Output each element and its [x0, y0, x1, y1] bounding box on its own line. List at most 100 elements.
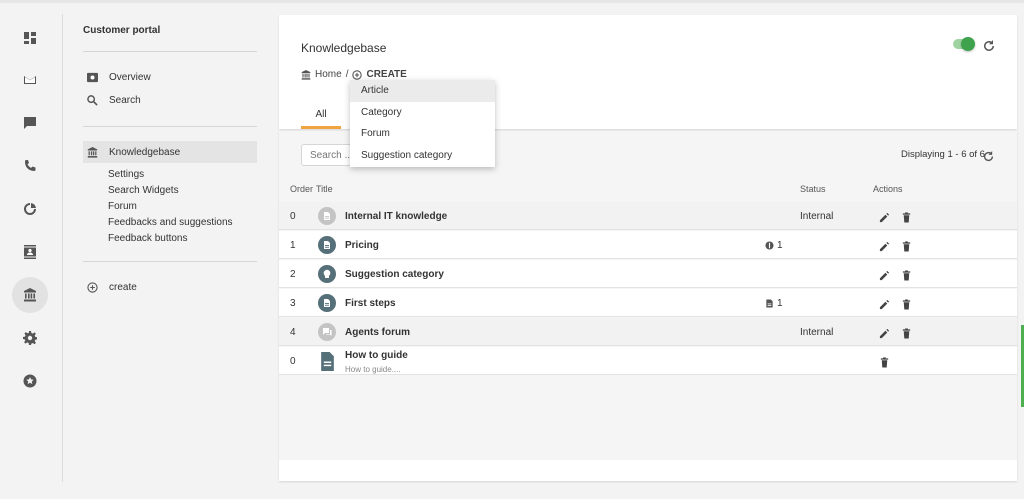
breadcrumb-separator: / — [345, 69, 349, 80]
column-order: Order — [290, 184, 314, 194]
edit-button[interactable] — [879, 326, 891, 339]
row-title[interactable]: How to guide — [345, 350, 408, 361]
subnav-sub-search-widgets[interactable]: Search Widgets — [108, 185, 179, 196]
delete-button[interactable] — [901, 297, 913, 310]
row-order: 2 — [290, 269, 296, 280]
contacts-icon — [24, 245, 36, 259]
refresh-icon — [983, 151, 994, 162]
dropdown-item-article[interactable]: Article — [350, 80, 495, 102]
breadcrumb: Home / CREATE — [301, 69, 407, 80]
document-icon — [766, 299, 773, 308]
subnav-sub-settings[interactable]: Settings — [108, 169, 144, 180]
table-row[interactable]: 0 How to guide How to guide.... — [279, 347, 1017, 375]
edit-button[interactable] — [879, 239, 891, 252]
row-count: 1 — [765, 240, 783, 251]
rail-phone[interactable] — [12, 148, 48, 184]
column-title: Title — [316, 184, 333, 194]
pencil-icon — [879, 270, 890, 281]
dropdown-item-category[interactable]: Category — [350, 102, 495, 124]
gear-icon — [23, 331, 37, 345]
article-icon — [318, 207, 336, 225]
toggle-knob[interactable] — [961, 37, 975, 51]
forum-icon — [318, 323, 336, 341]
row-subtitle: How to guide.... — [345, 365, 401, 374]
trash-icon — [880, 357, 889, 368]
subnav-create[interactable]: create — [83, 276, 257, 298]
delete-button[interactable] — [901, 268, 913, 281]
subnav-item-overview[interactable]: Overview — [83, 66, 257, 88]
table-row[interactable]: 0 Internal IT knowledge Internal — [279, 202, 1017, 230]
subnav-sub-feedbacks[interactable]: Feedbacks and suggestions — [108, 217, 233, 228]
edit-button[interactable] — [879, 210, 891, 223]
subnav-item-label: Overview — [109, 71, 151, 83]
chat-icon — [24, 117, 36, 129]
secondary-nav: Customer portal Overview Search Knowledg… — [66, 3, 271, 499]
rail-mail[interactable] — [12, 62, 48, 98]
card-footer — [279, 460, 1017, 481]
subnav-item-knowledgebase[interactable]: Knowledgebase — [83, 141, 257, 163]
rail-knowledgebase[interactable] — [12, 277, 48, 313]
row-order: 0 — [290, 356, 296, 367]
subnav-item-label: Knowledgebase — [109, 146, 181, 158]
rail-chat[interactable] — [12, 105, 48, 141]
row-count: 1 — [765, 298, 783, 309]
delete-button[interactable] — [901, 326, 913, 339]
breadcrumb-create[interactable]: CREATE — [366, 69, 406, 80]
row-title[interactable]: Suggestion category — [345, 269, 444, 280]
row-title[interactable]: Agents forum — [345, 327, 410, 338]
subnav-sub-forum[interactable]: Forum — [108, 201, 137, 212]
rail-reports[interactable] — [12, 191, 48, 227]
trash-icon — [902, 328, 911, 339]
article-icon — [318, 236, 336, 254]
subnav-item-search[interactable]: Search — [83, 89, 257, 111]
subnav-sub-feedback-buttons[interactable]: Feedback buttons — [108, 233, 188, 244]
document-icon — [317, 351, 337, 371]
delete-button[interactable] — [901, 239, 913, 252]
phone-icon — [25, 160, 36, 171]
rail-badge[interactable] — [12, 363, 48, 399]
delete-button[interactable] — [879, 355, 891, 368]
pencil-icon — [879, 212, 890, 223]
bulb-icon — [318, 265, 336, 283]
delete-button[interactable] — [901, 210, 913, 223]
trash-icon — [902, 270, 911, 281]
refresh-list-button[interactable] — [983, 149, 994, 167]
home-icon — [301, 69, 311, 80]
rail-settings[interactable] — [12, 320, 48, 356]
pencil-icon — [879, 328, 890, 339]
row-count-value: 1 — [777, 298, 783, 309]
column-actions: Actions — [873, 184, 903, 194]
column-status: Status — [800, 184, 826, 194]
edit-button[interactable] — [879, 297, 891, 310]
table-row[interactable]: 3 First steps 1 — [279, 289, 1017, 317]
rail-divider — [62, 14, 63, 482]
trash-icon — [902, 299, 911, 310]
tab-all[interactable]: All — [301, 109, 341, 120]
subnav-create-label: create — [109, 281, 137, 293]
subnav-divider — [83, 126, 257, 127]
breadcrumb-home[interactable]: Home — [315, 69, 342, 80]
edit-button[interactable] — [879, 268, 891, 281]
trash-icon — [902, 212, 911, 223]
table-row[interactable]: 4 Agents forum Internal — [279, 318, 1017, 346]
dropdown-item-suggestion-category[interactable]: Suggestion category — [350, 145, 495, 167]
refresh-button[interactable] — [983, 39, 995, 51]
page-title: Knowledgebase — [301, 41, 387, 55]
row-status: Internal — [800, 211, 834, 222]
row-title[interactable]: Internal IT knowledge — [345, 211, 447, 222]
trash-icon — [902, 241, 911, 252]
add-circle-icon — [352, 69, 363, 80]
row-title[interactable]: Pricing — [345, 240, 379, 251]
add-circle-icon — [87, 281, 98, 293]
table-row[interactable]: 2 Suggestion category — [279, 260, 1017, 288]
rail-dashboard[interactable] — [12, 20, 48, 56]
subnav-divider — [83, 261, 257, 262]
row-title[interactable]: First steps — [345, 298, 396, 309]
dropdown-item-forum[interactable]: Forum — [350, 123, 495, 145]
row-order: 4 — [290, 327, 296, 338]
rail-contacts[interactable] — [12, 234, 48, 270]
row-order: 1 — [290, 240, 296, 251]
table-row[interactable]: 1 Pricing 1 — [279, 231, 1017, 259]
article-icon — [318, 294, 336, 312]
subnav-divider — [83, 51, 257, 52]
